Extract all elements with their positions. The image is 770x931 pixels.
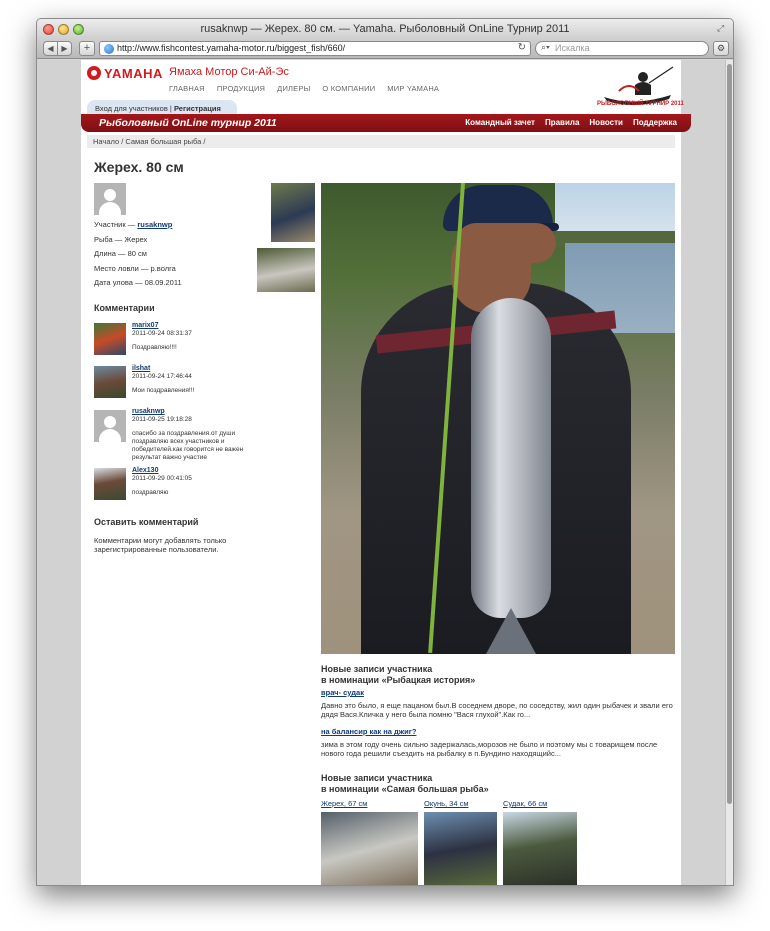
comment-date: 2011-09-29 00:41:05 [132, 475, 192, 482]
fish-type: Рыба — Жерех [94, 235, 148, 244]
fish-length: Длина — 80 см [94, 249, 147, 258]
stories-heading-line1: Новые записи участника [321, 664, 433, 674]
window-title: rusaknwp — Жерех. 80 см. — Yamaha. Рыбол… [200, 23, 570, 35]
story-excerpt: Давно это было, я еще пацаном был.В сосе… [321, 701, 673, 719]
nav-support[interactable]: Поддержка [633, 118, 677, 127]
tournament-logo-caption: РЫБОЛОВНЫЙ ТУРНИР 2011 [597, 101, 684, 107]
nav-rules[interactable]: Правила [545, 118, 579, 127]
globe-icon [104, 44, 114, 54]
title-bar: rusaknwp — Жерех. 80 см. — Yamaha. Рыбол… [37, 19, 733, 39]
login-link[interactable]: Вход для участников [95, 104, 168, 113]
avatar-body [99, 429, 121, 445]
stories-heading-line2: в номинации «Рыбацкая история» [321, 675, 476, 685]
yamaha-logo[interactable]: YAMAHA [87, 64, 163, 82]
comment-text: поздравляю [132, 489, 169, 496]
comment-login-note: Комментарии могут добавлять только зарег… [94, 536, 227, 554]
page-title: Жерех. 80 см [94, 159, 184, 175]
vertical-scrollbar[interactable] [725, 60, 733, 885]
search-placeholder: Искалка [555, 43, 590, 53]
browser-toolbar: ◀ ▶ + http://www.fishcontest.yamaha-moto… [37, 39, 733, 59]
photo-thumbnail[interactable] [257, 248, 315, 292]
photo-hands [456, 223, 556, 263]
browser-window: rusaknwp — Жерех. 80 см. — Yamaha. Рыбол… [36, 18, 734, 886]
photo-fish [471, 298, 551, 618]
biggest-fish-thumbnail[interactable] [424, 812, 497, 885]
tournament-title[interactable]: Рыболовный OnLine турнир 2011 [99, 117, 277, 129]
fullscreen-icon[interactable]: ⤢ [717, 23, 727, 33]
comment-avatar[interactable] [94, 366, 126, 398]
comment-avatar[interactable] [94, 468, 126, 500]
biggest-fish-heading-line1: Новые записи участника [321, 773, 433, 783]
comment-user[interactable]: marix07 [132, 322, 158, 329]
comment-date: 2011-09-24 08:31:37 [132, 330, 192, 337]
avatar-body [99, 202, 121, 215]
comments-heading: Комментарии [94, 303, 155, 313]
story-link[interactable]: на балансир как на джиг? [321, 727, 416, 736]
gear-icon[interactable]: ⚙ [713, 41, 729, 56]
biggest-fish-link[interactable]: Жерех, 67 см [321, 799, 367, 808]
biggest-fish-link[interactable]: Окунь, 34 см [424, 799, 469, 808]
reload-icon[interactable]: ↻ [518, 42, 526, 53]
comment-avatar[interactable] [94, 410, 126, 445]
login-tab: Вход для участников | Регистрация [87, 100, 237, 115]
comment-text: спасибо за поздравления.от души поздравл… [132, 430, 244, 461]
forward-button[interactable]: ▶ [57, 41, 72, 56]
url-text: http://www.fishcontest.yamaha-motor.ru/b… [117, 43, 346, 53]
biggest-fish-thumbnail[interactable] [321, 812, 418, 885]
top-navigation: ГЛАВНАЯ ПРОДУКЦИЯ ДИЛЕРЫ О КОМПАНИИ МИР … [169, 84, 439, 93]
scrollbar-thumb[interactable] [727, 64, 732, 804]
avatar-head [104, 416, 116, 428]
comment-text: Мои поздравления!!! [132, 387, 195, 394]
comment-user[interactable]: Alex130 [132, 467, 158, 474]
brand-name: YAMAHA [104, 65, 163, 81]
catch-place: Место ловли — р.волга [94, 264, 176, 273]
leave-comment-heading: Оставить комментарий [94, 517, 199, 527]
biggest-fish-link[interactable]: Судак, 66 см [503, 799, 547, 808]
search-icon: ⌕▾ [541, 42, 550, 52]
story-link[interactable]: врач- судак [321, 688, 364, 697]
comment-avatar[interactable] [94, 323, 126, 355]
nav-news[interactable]: Новости [589, 118, 623, 127]
add-bookmark-button[interactable]: + [79, 41, 95, 56]
nav-link-products[interactable]: ПРОДУКЦИЯ [217, 84, 265, 93]
search-input[interactable]: ⌕▾ Искалка [535, 41, 709, 56]
nav-link-home[interactable]: ГЛАВНАЯ [169, 84, 205, 93]
register-link[interactable]: Регистрация [174, 104, 221, 113]
tournament-navigation: Командный зачет Правила Новости Поддержк… [465, 118, 677, 127]
nav-link-dealers[interactable]: ДИЛЕРЫ [277, 84, 310, 93]
participant-line: Участник — rusaknwp [94, 220, 172, 229]
photo-thumbnail[interactable] [271, 183, 315, 242]
stories-heading: Новые записи участника в номинации «Рыба… [321, 664, 475, 686]
breadcrumb[interactable]: Начало / Самая большая рыба / [87, 135, 675, 148]
page-viewport: YAMAHA Ямаха Мотор Си-Ай-Эс ГЛАВНАЯ ПРОД… [37, 60, 727, 885]
comment-text: Поздравляю!!!! [132, 344, 177, 351]
tournament-bar: Рыболовный OnLine турнир 2011 Командный … [81, 114, 691, 132]
biggest-fish-heading-line2: в номинации «Самая большая рыба» [321, 784, 489, 794]
participant-link[interactable]: rusaknwp [137, 220, 172, 229]
biggest-fish-heading: Новые записи участника в номинации «Сама… [321, 773, 489, 795]
story-excerpt: зима в этом году очень сильно задержалас… [321, 740, 658, 758]
nav-link-about[interactable]: О КОМПАНИИ [322, 84, 375, 93]
comment-user[interactable]: ilshat [132, 365, 150, 372]
participant-label: Участник — [94, 220, 136, 229]
comment-date: 2011-09-24 17:46:44 [132, 373, 192, 380]
catch-photo[interactable] [321, 183, 675, 654]
catch-date: Дата улова — 08.09.2011 [94, 278, 182, 287]
comment-date: 2011-09-25 19:18:28 [132, 416, 192, 423]
nav-link-yamaha-world[interactable]: МИР YAMAHA [387, 84, 439, 93]
avatar-head [104, 189, 116, 201]
nav-team-standings[interactable]: Командный зачет [465, 118, 535, 127]
avatar[interactable] [94, 183, 126, 215]
company-name: Ямаха Мотор Си-Ай-Эс [169, 66, 289, 78]
address-bar[interactable]: http://www.fishcontest.yamaha-motor.ru/b… [99, 41, 531, 56]
tuning-fork-icon [87, 66, 101, 80]
biggest-fish-thumbnail[interactable] [503, 812, 577, 885]
comment-user[interactable]: rusaknwp [132, 408, 165, 415]
web-page: YAMAHA Ямаха Мотор Си-Ай-Эс ГЛАВНАЯ ПРОД… [81, 60, 691, 885]
back-button[interactable]: ◀ [43, 41, 58, 56]
